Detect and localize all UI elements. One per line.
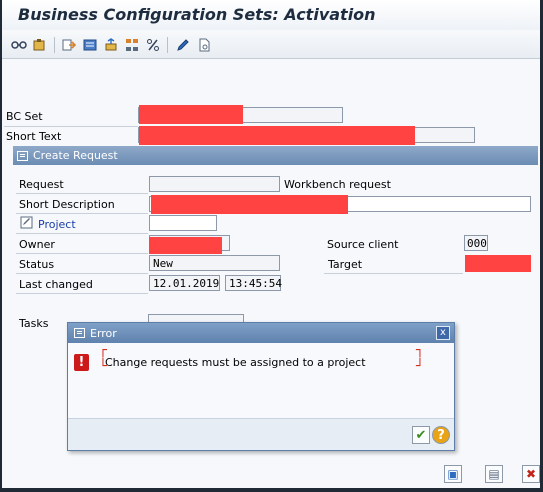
row-divider: [16, 293, 148, 294]
error-dialog-title: Error: [90, 326, 117, 340]
row-divider: [16, 253, 148, 254]
error-dialog: Error x ! ┌ └ ┐ ┘ Change requests must b…: [67, 322, 455, 451]
row-divider: [324, 273, 463, 274]
status-field[interactable]: New: [149, 255, 280, 271]
error-icon: !: [74, 354, 89, 371]
project-field[interactable]: [149, 215, 217, 231]
redacted-owner: [149, 237, 222, 254]
document-icon[interactable]: [195, 36, 213, 54]
bracket-top-right: ┐: [416, 343, 424, 358]
title-bar: Business Configuration Sets: Activation: [2, 0, 540, 30]
redacted-short-text: [139, 126, 415, 145]
bracket-top-left: ┌: [99, 343, 107, 358]
other-request-button[interactable]: ▤: [485, 465, 503, 483]
owner-label: Owner: [19, 238, 55, 251]
row-divider: [16, 233, 148, 234]
transfer-icon[interactable]: [60, 36, 78, 54]
request-label: Request: [19, 178, 64, 191]
create-request-header: Create Request: [13, 146, 538, 165]
row-divider: [16, 273, 148, 274]
dialog-icon: [74, 328, 85, 338]
transport-icon[interactable]: [102, 36, 120, 54]
row-divider: [16, 213, 148, 214]
redacted-short-description: [151, 195, 348, 214]
save-button[interactable]: ▣: [444, 465, 462, 483]
window-frame-left: [0, 0, 2, 492]
help-button[interactable]: ?: [432, 426, 450, 444]
window-frame-bottom: [0, 488, 543, 492]
toolbar-separator: [54, 37, 55, 53]
short-text-label: Short Text: [6, 130, 62, 143]
hierarchy-icon[interactable]: [123, 36, 141, 54]
redacted-bc-set: [139, 105, 243, 124]
row-divider: [4, 126, 138, 127]
tool-icon[interactable]: [31, 36, 49, 54]
bc-set-label: BC Set: [6, 110, 43, 123]
last-changed-time-field[interactable]: 13:45:54: [225, 275, 282, 291]
pen-icon[interactable]: [174, 36, 192, 54]
application-toolbar: [2, 31, 540, 59]
error-dialog-header: Error: [68, 323, 454, 343]
cancel-button[interactable]: ✖: [522, 465, 540, 483]
request-field[interactable]: [149, 176, 280, 192]
source-client-label: Source client: [327, 238, 399, 251]
glasses-icon[interactable]: [10, 36, 28, 54]
redacted-target: [465, 255, 531, 272]
tasks-label: Tasks: [19, 317, 49, 330]
list-icon[interactable]: [81, 36, 99, 54]
short-description-label: Short Description: [19, 198, 115, 211]
close-icon[interactable]: x: [436, 326, 450, 340]
bracket-bottom-right: ┘: [416, 359, 424, 374]
error-dialog-footer: ✔ ?: [68, 418, 454, 450]
dialog-icon: [17, 150, 28, 161]
source-client-field[interactable]: 000: [464, 235, 488, 251]
target-label: Target: [328, 258, 363, 271]
page-title: Business Configuration Sets: Activation: [18, 5, 376, 24]
request-type: Workbench request: [284, 178, 391, 191]
last-changed-label: Last changed: [19, 278, 93, 291]
project-label[interactable]: Project: [38, 218, 76, 231]
ok-button[interactable]: ✔: [412, 426, 430, 444]
toolbar-separator: [167, 37, 168, 53]
status-label: Status: [19, 258, 55, 271]
project-help-icon[interactable]: [20, 216, 34, 229]
percent-icon[interactable]: [144, 36, 162, 54]
last-changed-date-field[interactable]: 12.01.2019: [149, 275, 220, 291]
create-request-title: Create Request: [33, 149, 118, 162]
error-message: Change requests must be assigned to a pr…: [105, 356, 366, 369]
row-divider: [16, 193, 148, 194]
